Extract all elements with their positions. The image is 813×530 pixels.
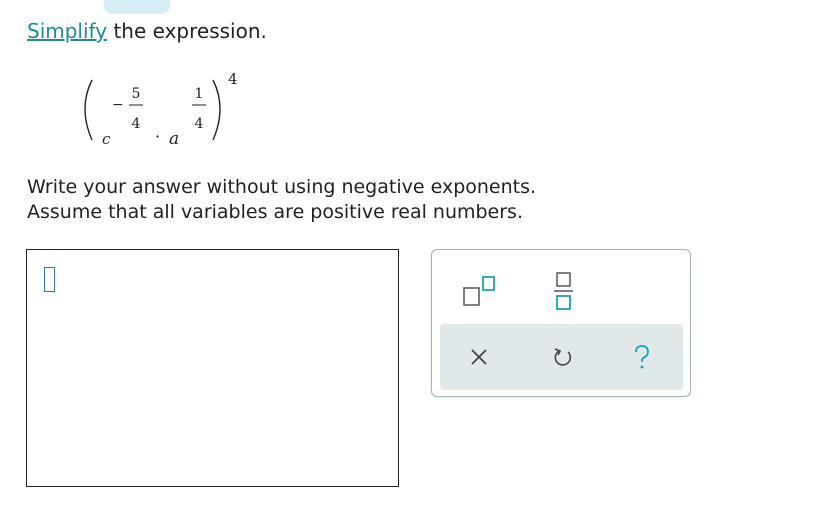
instruction: Simplify the expression. — [27, 19, 267, 43]
simplify-link[interactable]: Simplify — [27, 19, 107, 43]
base-c: c — [102, 130, 111, 148]
left-paren — [84, 79, 93, 141]
outer-exponent: 4 — [228, 70, 238, 88]
fraction-template-icon — [554, 272, 573, 310]
exponent-template-icon — [463, 276, 495, 306]
instruction-text: the expression. — [113, 19, 267, 43]
exponent-1-denominator: 4 — [132, 116, 141, 132]
undo-button[interactable] — [551, 345, 575, 369]
help-button[interactable] — [630, 343, 654, 371]
math-palette — [431, 249, 691, 397]
exponent-2-denominator: 4 — [195, 116, 204, 132]
directions: Write your answer without using negative… — [27, 175, 536, 225]
base-a: a — [169, 129, 179, 149]
palette-action-row — [440, 324, 683, 390]
directions-line-1: Write your answer without using negative… — [27, 176, 537, 198]
answer-input[interactable] — [26, 249, 399, 487]
exponent-1-numerator: 5 — [132, 86, 141, 102]
exponent-1-sign: − — [112, 97, 124, 113]
exponent-2-numerator: 1 — [195, 86, 204, 102]
right-paren — [212, 79, 221, 141]
clear-button[interactable] — [468, 346, 490, 368]
expression: c − 5 4 · a 1 4 4 — [78, 66, 248, 156]
exponent-template-button[interactable] — [460, 274, 504, 308]
help-icon — [635, 345, 649, 369]
input-cursor-placeholder — [44, 267, 55, 292]
undo-icon — [554, 348, 572, 366]
directions-line-2: Assume that all variables are positive r… — [27, 201, 523, 223]
top-tab[interactable] — [104, 0, 170, 14]
multiplication-dot: · — [155, 127, 160, 146]
clear-icon — [471, 349, 487, 365]
fraction-template-button[interactable] — [549, 270, 579, 312]
expression-svg: c − 5 4 · a 1 4 4 — [84, 70, 238, 149]
